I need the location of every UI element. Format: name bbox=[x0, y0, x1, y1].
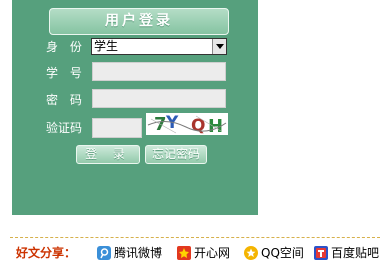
captcha-image[interactable]: 7 Y Q H bbox=[146, 113, 228, 135]
share-item-label: 开心网 bbox=[194, 246, 231, 260]
share-item-label: QQ空间 bbox=[261, 246, 304, 260]
chevron-down-icon[interactable] bbox=[212, 39, 226, 54]
identity-label: 身 份 bbox=[46, 40, 86, 54]
share-tencent-weibo[interactable]: 腾讯微博 bbox=[97, 244, 162, 262]
login-button[interactable]: 登 录 bbox=[76, 145, 140, 164]
captcha-char-4: H bbox=[208, 116, 223, 135]
qzone-icon bbox=[244, 246, 258, 260]
captcha-char-3: Q bbox=[191, 116, 205, 135]
share-item-label: 百度贴吧 bbox=[331, 246, 380, 260]
password-input[interactable] bbox=[92, 89, 226, 108]
forgot-password-button[interactable]: 忘记密码 bbox=[145, 145, 207, 164]
identity-selected-value: 学生 bbox=[94, 39, 119, 53]
captcha-input[interactable] bbox=[92, 118, 142, 138]
kaixin-icon bbox=[177, 246, 191, 260]
share-divider bbox=[10, 237, 380, 238]
identity-select[interactable]: 学生 bbox=[91, 38, 227, 55]
password-label: 密 码 bbox=[46, 93, 86, 107]
share-baidu-tieba[interactable]: 百度贴吧 bbox=[314, 244, 379, 262]
student-id-input[interactable] bbox=[92, 62, 226, 81]
share-item-label: 腾讯微博 bbox=[114, 246, 163, 260]
tencent-weibo-icon bbox=[97, 246, 111, 260]
share-kaixin[interactable]: 开心网 bbox=[177, 244, 230, 262]
share-label: 好文分享： bbox=[16, 246, 77, 260]
baidu-tieba-icon bbox=[314, 246, 328, 260]
login-title: 用户登录 bbox=[49, 8, 229, 35]
student-id-label: 学 号 bbox=[46, 66, 86, 80]
share-qzone[interactable]: QQ空间 bbox=[244, 244, 304, 262]
captcha-label: 验证码 bbox=[46, 121, 83, 135]
